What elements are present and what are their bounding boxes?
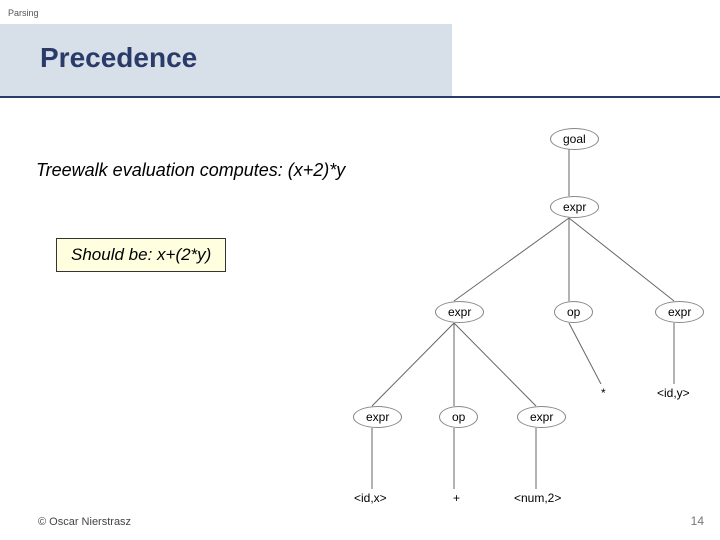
topic-label: Parsing [8, 8, 39, 18]
node-goal: goal [550, 128, 599, 150]
leaf-id-x: <id,x> [348, 489, 393, 507]
leaf-star: * [595, 384, 612, 402]
node-op-top: op [554, 301, 593, 323]
node-expr-lr: expr [517, 406, 566, 428]
node-expr-ll: expr [353, 406, 402, 428]
node-expr-right: expr [655, 301, 704, 323]
title-bar-cutout [452, 24, 720, 98]
node-op-mid: op [439, 406, 478, 428]
slide-title: Precedence [40, 42, 197, 74]
should-be-callout: Should be: x+(2*y) [56, 238, 226, 272]
node-expr-root: expr [550, 196, 599, 218]
footer-copyright: © Oscar Nierstrasz [38, 516, 131, 528]
evaluation-sentence: Treewalk evaluation computes: (x+2)*y [36, 160, 345, 181]
page-number: 14 [691, 514, 704, 528]
node-expr-left: expr [435, 301, 484, 323]
leaf-plus: + [447, 489, 466, 507]
leaf-id-y: <id,y> [651, 384, 696, 402]
parse-tree: goal expr expr op expr expr op expr * <i… [344, 106, 720, 526]
leaf-num-2: <num,2> [508, 489, 567, 507]
